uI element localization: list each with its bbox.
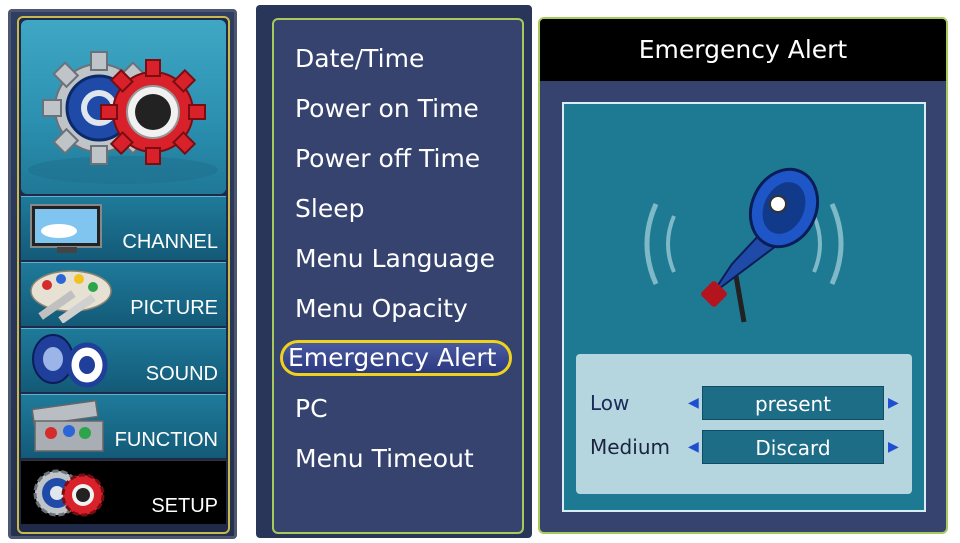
gears-hero-icon — [28, 51, 218, 184]
menu-item-power-off-time[interactable]: Power off Time — [295, 141, 480, 177]
category-picture[interactable]: PICTURE — [21, 262, 226, 326]
detail-panel: Emergency Alert Low ◀ present ▶ Medium ◀ — [538, 17, 948, 534]
speakers-icon — [32, 334, 108, 388]
menu-item-power-on-time[interactable]: Power on Time — [295, 91, 479, 127]
menu-item-menu-opacity[interactable]: Menu Opacity — [295, 291, 468, 327]
menu-item-pc[interactable]: PC — [295, 391, 328, 427]
option-row-medium[interactable]: Medium ◀ Discard ▶ — [576, 430, 912, 464]
category-channel[interactable]: CHANNEL — [21, 196, 226, 260]
category-label-channel: CHANNEL — [122, 231, 218, 253]
toolbox-icon — [31, 399, 104, 452]
option-row-low[interactable]: Low ◀ present ▶ — [576, 386, 912, 420]
menu-item-menu-timeout[interactable]: Menu Timeout — [295, 441, 474, 477]
panel-title: Emergency Alert — [540, 19, 946, 81]
category-sidebar: CHANNEL PICTURE SOUND FUNCTION SETUP — [8, 9, 237, 539]
left-arrow-icon[interactable]: ◀ — [688, 430, 699, 464]
menu-item-emergency-alert[interactable]: Emergency Alert — [280, 340, 512, 376]
category-setup[interactable]: SETUP — [21, 460, 226, 524]
megaphone-icon — [644, 167, 844, 323]
option-value-low[interactable]: present — [702, 386, 884, 420]
left-arrow-icon[interactable]: ◀ — [688, 386, 699, 420]
gears-icon — [33, 469, 105, 517]
menu-item-menu-language[interactable]: Menu Language — [295, 241, 495, 277]
palette-icon — [30, 270, 112, 323]
right-arrow-icon[interactable]: ▶ — [888, 386, 899, 420]
alert-options: Low ◀ present ▶ Medium ◀ Discard ▶ — [576, 354, 912, 494]
option-name-medium: Medium — [590, 435, 670, 459]
setup-hero-image — [21, 20, 226, 194]
category-function[interactable]: FUNCTION — [21, 394, 226, 458]
option-name-low: Low — [590, 391, 630, 415]
menu-item-date-time[interactable]: Date/Time — [295, 41, 424, 77]
right-arrow-icon[interactable]: ▶ — [888, 430, 899, 464]
category-label-sound: SOUND — [145, 363, 218, 385]
category-sidebar-inner: CHANNEL PICTURE SOUND FUNCTION SETUP — [17, 16, 230, 534]
category-sound[interactable]: SOUND — [21, 328, 226, 392]
category-label-setup: SETUP — [151, 495, 218, 517]
menu-item-sleep[interactable]: Sleep — [295, 191, 364, 227]
panel-body: Low ◀ present ▶ Medium ◀ Discard ▶ — [562, 102, 926, 512]
tv-icon — [30, 204, 102, 253]
option-value-medium[interactable]: Discard — [702, 430, 884, 464]
category-label-function: FUNCTION — [114, 429, 218, 451]
setup-menu: Date/Time Power on Time Power off Time S… — [272, 18, 524, 534]
category-label-picture: PICTURE — [130, 297, 218, 319]
